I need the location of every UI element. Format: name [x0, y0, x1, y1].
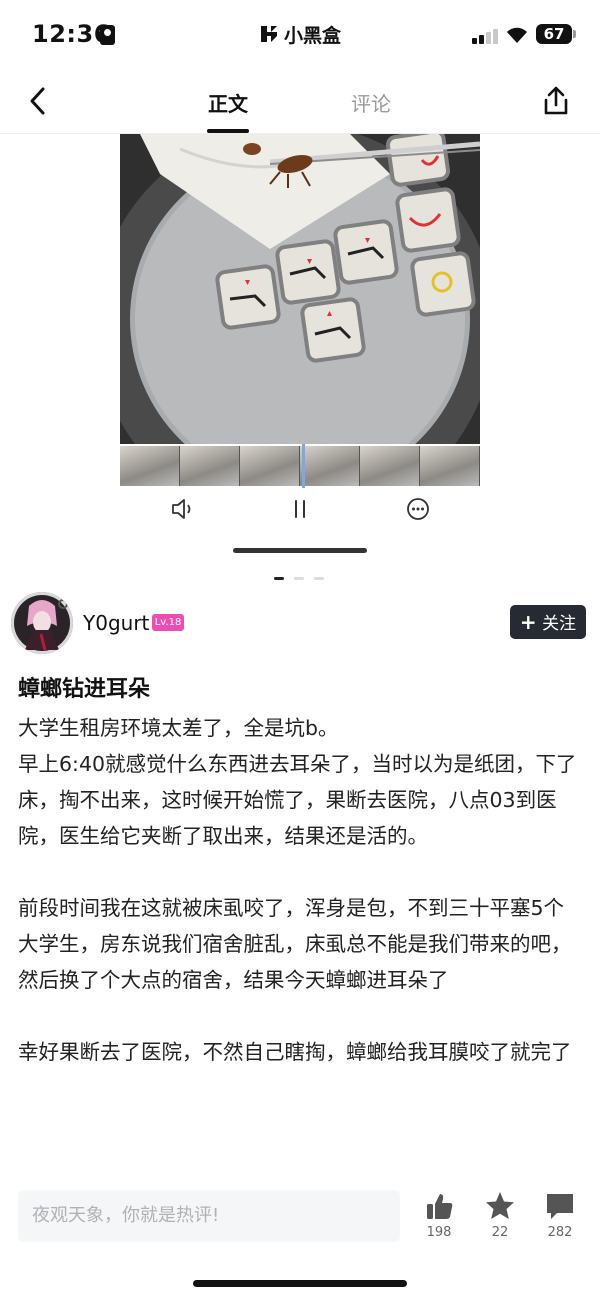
favorite-button[interactable]: 22 — [475, 1190, 525, 1240]
like-count: 198 — [426, 1225, 452, 1240]
follow-label: 关注 — [542, 614, 577, 634]
like-button[interactable]: 198 — [414, 1190, 464, 1240]
contact-card-icon — [100, 25, 115, 45]
post-paragraph: 前段时间我在这就被床虱咬了，浑身是包，不到三十平塞5个大学生，房东说我们宿舍脏乱… — [18, 896, 572, 992]
active-tab-indicator — [207, 129, 249, 133]
page-dot — [314, 577, 324, 580]
comment-input[interactable]: 夜观天象，你就是热评! — [18, 1190, 400, 1242]
tab-comments[interactable]: 评论 — [351, 88, 391, 117]
comment-button[interactable]: 282 — [535, 1190, 585, 1240]
post-title: 蟑螂钻进耳朵 — [18, 677, 151, 702]
post-body: 大学生租房环境太差了，全是坑b。 早上6:40就感觉什么东西进去耳朵了，当时以为… — [18, 710, 584, 1070]
page-dot — [294, 577, 304, 580]
video-player[interactable] — [120, 134, 480, 444]
status-bar: 12:36 小黑盒 67 — [0, 0, 600, 70]
media-area — [0, 134, 600, 580]
post-paragraph: 幸好果断去了医院，不然自己瞎掏，蟑螂给我耳膜咬了就完了 — [18, 1040, 572, 1064]
post-paragraph: 大学生租房环境太差了，全是坑b。 — [18, 716, 339, 740]
tab-main-text[interactable]: 正文 — [208, 88, 248, 117]
battery-icon — [573, 30, 576, 38]
xiaoheihe-logo-icon — [261, 26, 277, 42]
pause-icon[interactable] — [287, 496, 313, 522]
thumbs-up-icon — [427, 1194, 453, 1219]
author-name[interactable]: Y0gurt — [83, 611, 149, 635]
wifi-icon — [507, 27, 527, 43]
video-filmstrip[interactable] — [120, 446, 480, 486]
battery-level: 67 — [536, 24, 572, 44]
plus-icon: + — [519, 610, 537, 634]
comment-bubble-icon — [547, 1194, 573, 1219]
avatar[interactable] — [11, 592, 73, 654]
app-name: 小黑盒 — [284, 24, 342, 47]
drag-handle[interactable] — [233, 548, 367, 553]
home-indicator — [193, 1280, 407, 1287]
video-playhead[interactable] — [302, 444, 305, 488]
comment-count: 282 — [547, 1225, 573, 1240]
post-paragraph: 早上6:40就感觉什么东西进去耳朵了，当时以为是纸团，下了床，掏不出来，这时候开… — [18, 752, 577, 848]
app-brand: 小黑盒 — [258, 20, 341, 48]
avatar-image — [11, 592, 73, 654]
page-dot-active — [274, 577, 284, 580]
video-frame-image — [120, 134, 480, 444]
more-icon[interactable] — [405, 496, 431, 522]
star-icon — [486, 1192, 514, 1219]
level-badge: Lv.18 — [152, 614, 184, 631]
nav-bar: 正文 评论 — [0, 70, 600, 134]
share-icon[interactable] — [540, 84, 572, 118]
cellular-signal-icon — [472, 28, 500, 44]
follow-button[interactable]: + 关注 — [510, 605, 586, 639]
speaker-icon[interactable] — [169, 496, 195, 522]
favorite-count: 22 — [491, 1225, 509, 1240]
chevron-left-icon[interactable] — [24, 84, 54, 118]
